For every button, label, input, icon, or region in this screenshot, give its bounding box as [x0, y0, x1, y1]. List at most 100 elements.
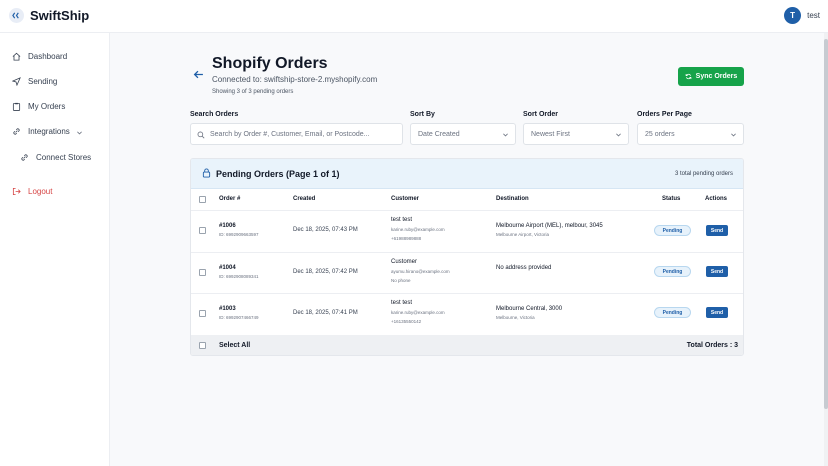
total-pending: 3 total pending orders	[674, 171, 733, 177]
app-name: SwiftShip	[30, 8, 90, 23]
user-menu[interactable]: T test	[784, 7, 820, 24]
sidebar-item-label: Logout	[28, 187, 53, 196]
created-date: Dec 18, 2025, 07:42 PM	[293, 269, 358, 275]
per-page-label: Orders Per Page	[637, 111, 692, 118]
top-bar: SwiftShip T test	[0, 0, 828, 33]
scrollbar-thumb[interactable]	[824, 39, 828, 409]
customer-name: test test	[391, 300, 413, 306]
table-footer: Select All Total Orders : 3	[191, 335, 743, 355]
sidebar-item-my-orders[interactable]: My Orders	[12, 102, 65, 111]
order-id: ID: 6992907466749	[219, 315, 259, 320]
sort-order-select[interactable]: Newest First	[523, 123, 629, 145]
status-badge: Pending	[654, 307, 691, 318]
select-all-checkbox[interactable]	[199, 342, 206, 349]
sidebar-item-integrations[interactable]: Integrations	[12, 127, 98, 136]
order-id: ID: 6992909663597	[219, 232, 259, 237]
app-logo[interactable]: SwiftShip	[9, 8, 89, 23]
order-number: #1004	[219, 265, 236, 271]
row-checkbox[interactable]	[199, 310, 206, 317]
total-orders: Total Orders : 3	[686, 342, 738, 349]
showing-count: Showing 3 of 3 pending orders	[212, 89, 294, 95]
customer-phone: No phone	[391, 278, 411, 283]
sidebar-item-sending[interactable]: Sending	[12, 77, 57, 86]
order-number: #1006	[219, 223, 236, 229]
order-id: ID: 6992908089341	[219, 274, 259, 279]
status-badge: Pending	[654, 266, 691, 277]
main-content: Shopify Orders Connected to: swiftship-s…	[111, 33, 828, 466]
link-icon	[13, 128, 20, 135]
destination: Melbourne Airport (MEL), melbour, 3045	[496, 223, 603, 229]
sidebar-item-label: Dashboard	[28, 52, 68, 61]
divider	[191, 293, 743, 294]
scrollbar[interactable]	[824, 33, 828, 466]
customer-phone: +61988989888	[391, 236, 422, 241]
order-number: #1003	[219, 306, 236, 312]
per-page-value: 25 orders	[645, 130, 675, 138]
select-all-label[interactable]: Select All	[219, 342, 250, 349]
divider	[191, 210, 743, 211]
customer-name: Customer	[391, 259, 418, 265]
logo-icon	[9, 8, 24, 23]
search-input[interactable]: Search by Order #, Customer, Email, or P…	[190, 123, 403, 145]
chevron-down-icon	[503, 133, 508, 137]
per-page-select[interactable]: 25 orders	[637, 123, 744, 145]
sidebar-item-label: Connect Stores	[36, 153, 92, 162]
destination-sub: Melbourne, Victoria	[496, 315, 535, 320]
select-all-checkbox-header[interactable]	[199, 196, 206, 203]
created-date: Dec 18, 2025, 07:43 PM	[293, 227, 358, 233]
column-header: Order #	[219, 196, 241, 202]
status-badge: Pending	[654, 225, 691, 236]
customer-name: test test	[391, 217, 413, 223]
sort-by-value: Date Created	[418, 130, 460, 138]
chevron-down-icon	[731, 133, 736, 137]
sort-order-label: Sort Order	[523, 111, 559, 118]
column-header: Created	[293, 196, 316, 202]
sidebar: Dashboard Sending My Orders Integrations…	[0, 33, 110, 466]
send-icon	[12, 77, 21, 86]
table-header-bar: Pending Orders (Page 1 of 1) 3 total pen…	[191, 159, 743, 189]
search-icon	[197, 131, 205, 139]
sort-by-label: Sort By	[410, 111, 435, 118]
column-header: Customer	[391, 196, 420, 202]
divider	[191, 252, 743, 253]
lock-icon	[202, 168, 211, 178]
send-button[interactable]: Send	[706, 225, 728, 236]
table-title: Pending Orders (Page 1 of 1)	[216, 169, 340, 179]
created-date: Dec 18, 2025, 07:41 PM	[293, 310, 358, 316]
sort-by-select[interactable]: Date Created	[410, 123, 516, 145]
send-button[interactable]: Send	[706, 307, 728, 318]
send-button[interactable]: Send	[706, 266, 728, 277]
sync-orders-label: Sync Orders	[695, 73, 738, 80]
sidebar-item-label: Integrations	[28, 127, 70, 136]
row-checkbox[interactable]	[199, 227, 206, 234]
clipboard-icon	[12, 102, 21, 111]
chevron-down-icon	[616, 133, 621, 137]
back-button[interactable]	[191, 67, 206, 82]
customer-phone: +16135550142	[391, 319, 422, 324]
sidebar-item-connect-stores[interactable]: Connect Stores	[20, 153, 91, 162]
orders-table: Pending Orders (Page 1 of 1) 3 total pen…	[190, 158, 744, 356]
avatar[interactable]: T	[784, 7, 802, 24]
column-header: Actions	[705, 196, 728, 202]
customer-email: ayumu.hirano@example.com	[391, 269, 450, 274]
user-name: test	[807, 11, 820, 20]
customer-email: karine.ruby@example.com	[391, 227, 445, 232]
sidebar-item-logout[interactable]: Logout	[12, 187, 52, 196]
column-header: Status	[662, 196, 681, 202]
sync-orders-button[interactable]: Sync Orders	[678, 67, 744, 86]
search-placeholder: Search by Order #, Customer, Email, or P…	[210, 130, 370, 138]
sidebar-item-label: My Orders	[28, 102, 66, 111]
logout-icon	[12, 187, 21, 196]
destination-sub: Melbourne Airport, Victoria	[496, 232, 549, 237]
connected-store: Connected to: swiftship-store-2.myshopif…	[212, 75, 378, 84]
column-header: Destination	[496, 196, 529, 202]
sidebar-item-dashboard[interactable]: Dashboard	[12, 52, 67, 61]
page-title: Shopify Orders	[212, 55, 328, 72]
sort-order-value: Newest First	[531, 130, 570, 138]
arrow-left-icon	[193, 70, 203, 79]
sidebar-item-label: Sending	[28, 77, 58, 86]
refresh-icon	[685, 73, 691, 80]
search-label: Search Orders	[190, 111, 239, 118]
home-icon	[12, 52, 21, 61]
row-checkbox[interactable]	[199, 269, 206, 276]
